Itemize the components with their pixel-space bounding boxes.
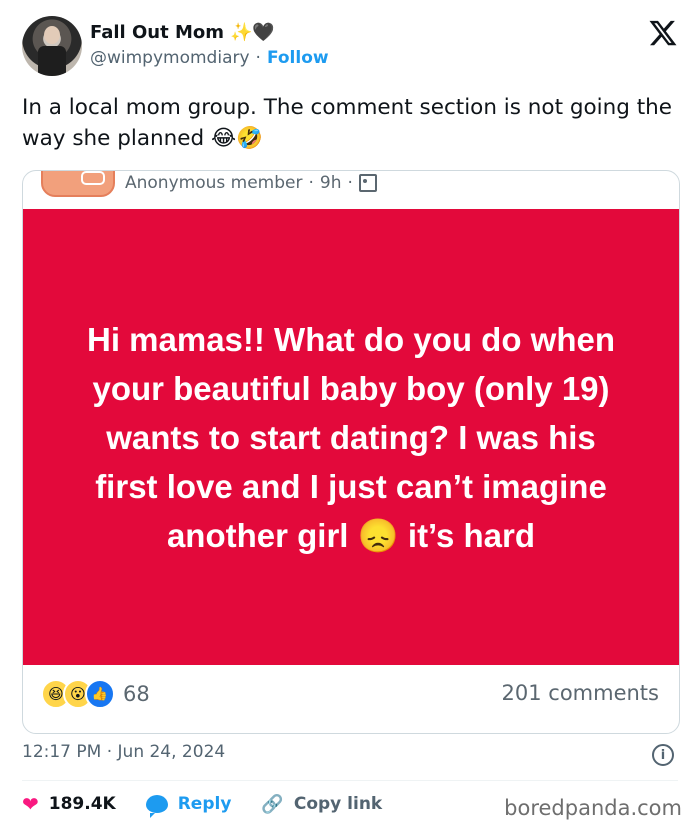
author-name-row: Fall Out Mom ✨🖤 [90, 22, 275, 43]
embedded-post-time: 9h [319, 173, 342, 193]
like-button[interactable]: ❤ 189.4K [22, 792, 116, 816]
comments-count: 201 comments [501, 681, 659, 705]
watermark: boredpanda.com [504, 796, 682, 820]
author-handle-row: @wimpymomdiary · Follow [90, 48, 329, 68]
copy-link-button[interactable]: 🔗 Copy link [261, 794, 382, 815]
copy-link-label: Copy link [293, 794, 383, 814]
reaction-count: 68 [123, 682, 150, 706]
reactions-summary: 😆 😮 👍 68 [41, 679, 150, 709]
embedded-post-header: Anonymous member · 9h · [23, 171, 679, 209]
separator: · [308, 173, 314, 193]
embedded-post-footer: 😆 😮 👍 68 201 comments [23, 665, 679, 733]
info-icon[interactable]: i [652, 744, 674, 766]
author-name[interactable]: Fall Out Mom [90, 22, 224, 43]
reply-button[interactable]: Reply [145, 794, 232, 818]
tweet-actions: ❤ 189.4K Reply 🔗 Copy link [22, 792, 412, 818]
tweet-text: In a local mom group. The comment sectio… [22, 95, 673, 151]
embedded-post-author: Anonymous member [125, 173, 303, 193]
embedded-post-background: Hi mamas!! What do you do when your beau… [23, 209, 679, 665]
embedded-post-card[interactable]: Anonymous member · 9h · Hi mamas!! What … [22, 170, 680, 734]
follow-button[interactable]: Follow [267, 48, 329, 68]
x-logo-icon[interactable] [648, 18, 678, 48]
heart-icon: ❤ [22, 792, 39, 816]
author-handle[interactable]: @wimpymomdiary [90, 48, 250, 68]
like-reaction-icon: 👍 [85, 679, 115, 709]
embedded-post-meta: Anonymous member · 9h · [125, 173, 377, 193]
reply-label: Reply [177, 794, 232, 814]
tweet-header: Fall Out Mom ✨🖤 @wimpymomdiary · Follow [22, 16, 682, 76]
author-name-emoji: ✨🖤 [230, 22, 275, 43]
avatar[interactable] [22, 16, 82, 76]
link-icon: 🔗 [261, 793, 284, 815]
separator: · [347, 173, 353, 193]
anonymous-avatar-icon [41, 171, 115, 197]
group-icon [358, 174, 377, 192]
embedded-post-body: Hi mamas!! What do you do when your beau… [86, 320, 616, 554]
divider [22, 780, 678, 781]
like-count: 189.4K [48, 794, 116, 814]
tweet-timestamp[interactable]: 12:17 PM · Jun 24, 2024 [22, 742, 225, 762]
separator: · [255, 48, 261, 68]
reply-icon [145, 795, 168, 818]
